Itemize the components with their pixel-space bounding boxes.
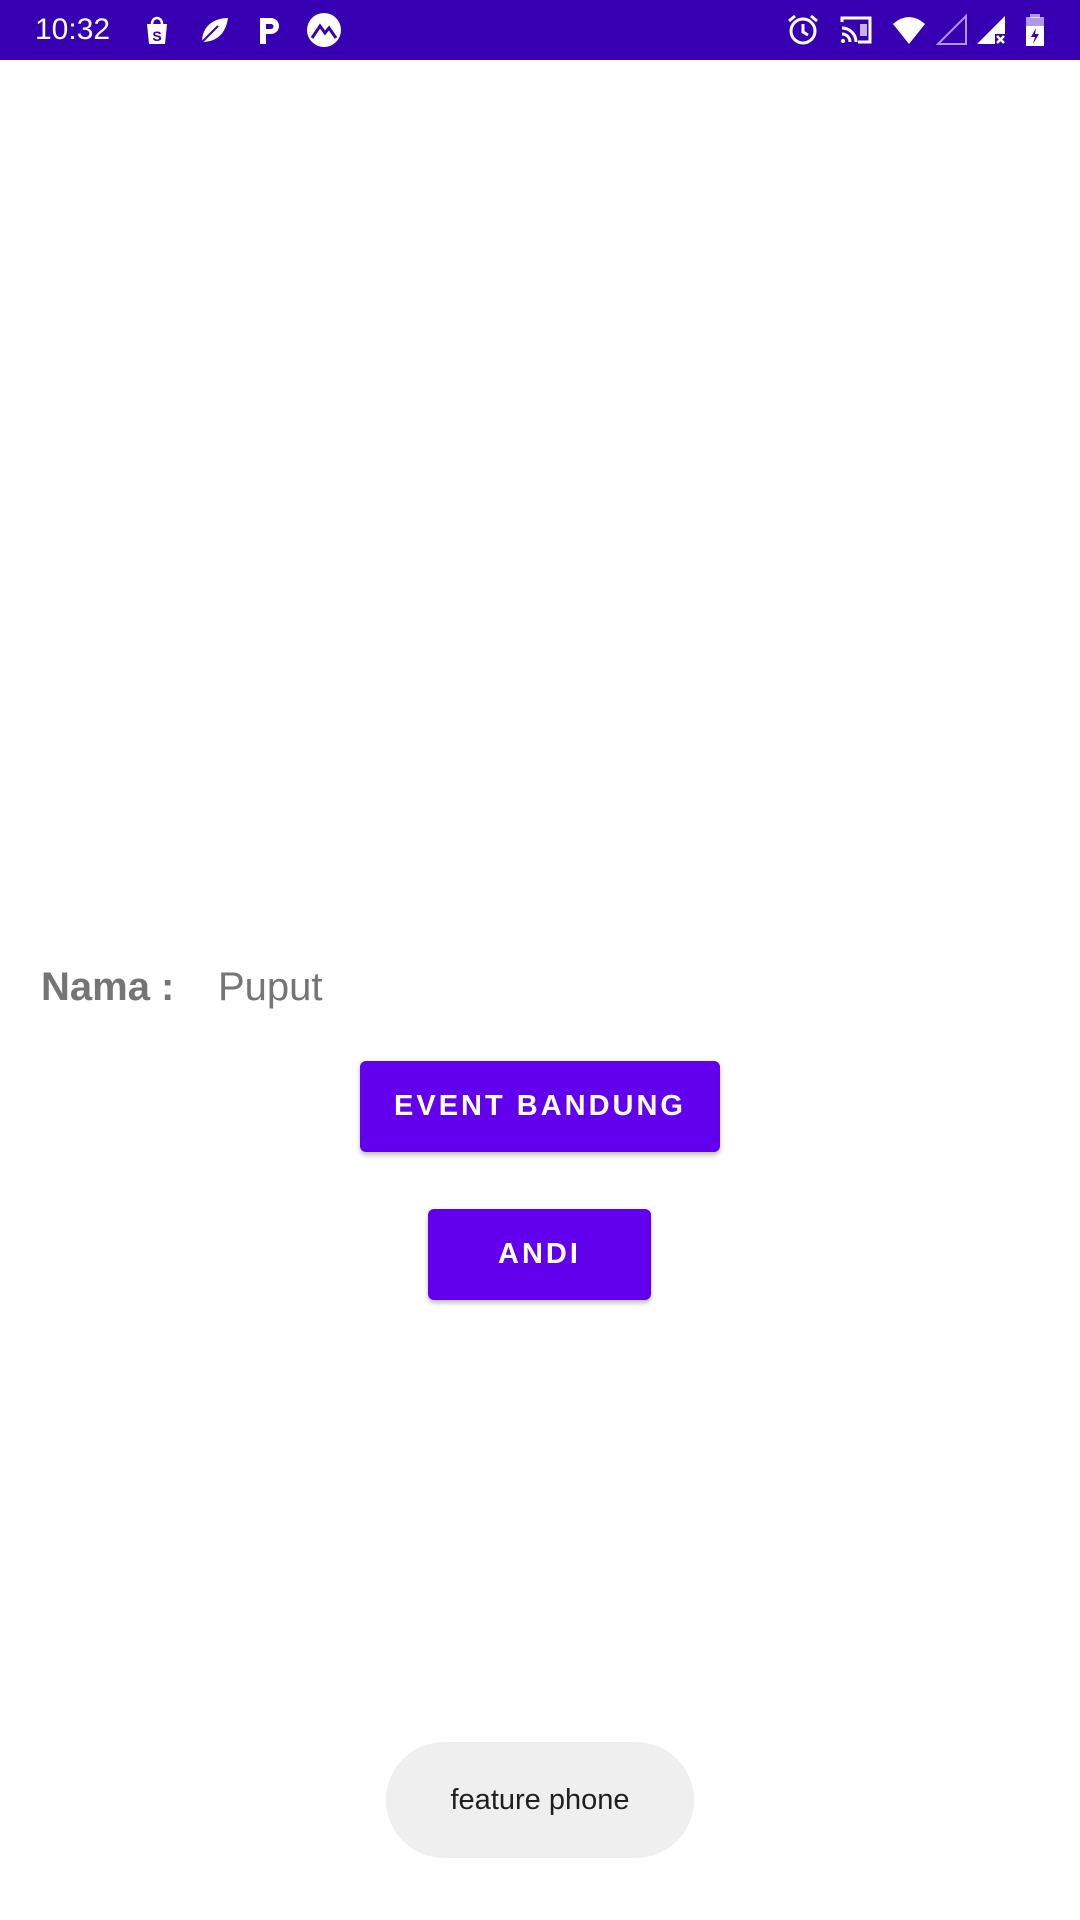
shopee-bag-icon: S: [139, 12, 175, 48]
name-label: Nama :: [41, 965, 175, 1009]
toast-message: feature phone: [386, 1742, 694, 1858]
leaf-app-icon: [196, 12, 232, 48]
wifi-icon: [891, 12, 927, 48]
status-bar: 10:32 S: [0, 0, 1080, 60]
alarm-icon: [785, 12, 821, 48]
andi-button[interactable]: ANDI: [428, 1209, 651, 1300]
mountain-app-icon: [306, 12, 342, 48]
name-value: Puput: [218, 965, 323, 1009]
event-bandung-button[interactable]: EVENT BANDUNG: [360, 1061, 720, 1152]
signal-empty-icon: [934, 12, 970, 48]
paypal-p-icon: [251, 12, 287, 48]
svg-text:S: S: [152, 28, 161, 44]
cast-icon: [838, 12, 874, 48]
status-time: 10:32: [35, 13, 111, 46]
battery-charging-icon: [1017, 12, 1053, 48]
signal-no-data-icon: [973, 12, 1009, 48]
